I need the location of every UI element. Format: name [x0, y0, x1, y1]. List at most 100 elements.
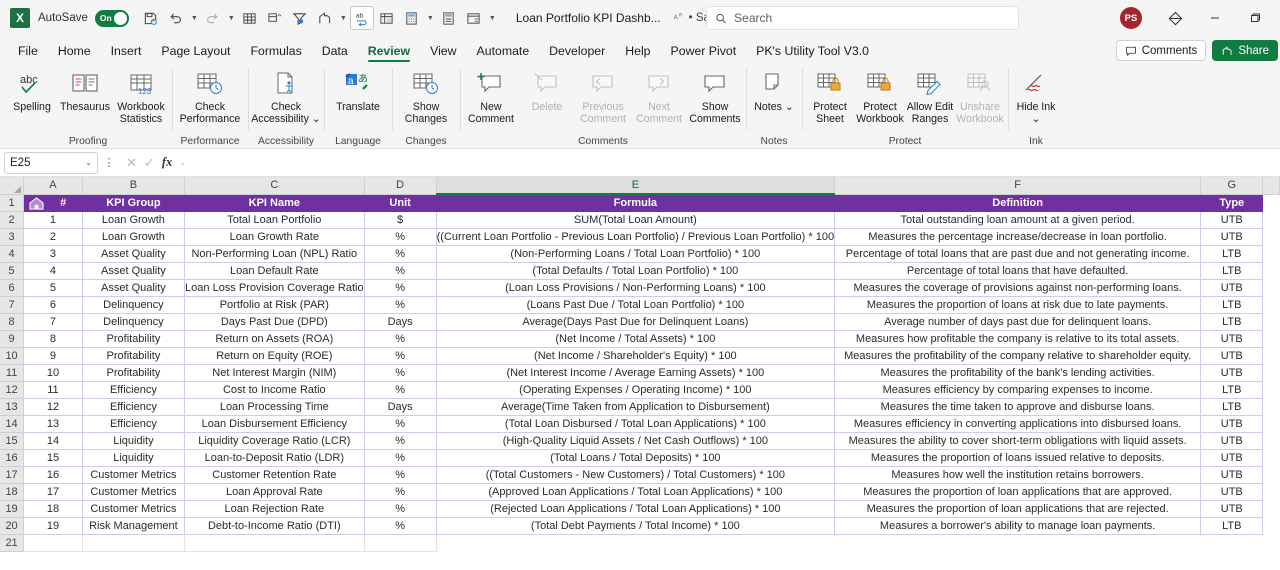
cell-G5[interactable]: LTB [1200, 262, 1264, 280]
column-header-b[interactable]: B [82, 177, 186, 195]
cell-F2[interactable]: Total outstanding loan amount at a given… [834, 211, 1202, 229]
column-header-g[interactable]: G [1200, 177, 1264, 195]
row-header-21[interactable]: 21 [0, 534, 25, 552]
cell-B6[interactable]: Asset Quality [82, 279, 186, 297]
share-chevron-down-icon[interactable]: ▼ [338, 6, 349, 30]
empty-cell-H3[interactable] [1262, 228, 1280, 245]
row-header-4[interactable]: 4 [0, 245, 25, 263]
empty-cell-G21[interactable] [1200, 534, 1263, 551]
cell-E16[interactable]: (Total Loans / Total Deposits) * 100 [436, 449, 836, 467]
notes-button[interactable]: Notes ⌄ [749, 65, 799, 131]
cell-C13[interactable]: Loan Processing Time [184, 398, 365, 416]
show-comments-button[interactable]: Show Comments [687, 65, 743, 131]
cell-C14[interactable]: Loan Disbursement Efficiency [184, 415, 365, 433]
cell-F6[interactable]: Measures the coverage of provisions agai… [834, 279, 1202, 297]
tab-power-pivot[interactable]: Power Pivot [661, 42, 747, 63]
cell-E7[interactable]: (Loans Past Due / Total Loan Portfolio) … [436, 296, 836, 314]
cell-D12[interactable]: % [364, 381, 437, 399]
empty-cell-H4[interactable] [1262, 245, 1280, 262]
cell-D5[interactable]: % [364, 262, 437, 280]
cell-E17[interactable]: ((Total Customers - New Customers) / Tot… [436, 466, 836, 484]
enter-icon[interactable]: ✓ [144, 155, 155, 171]
calculator-chevron-down-icon[interactable]: ▼ [425, 6, 436, 30]
cell-C6[interactable]: Loan Loss Provision Coverage Ratio [184, 279, 365, 297]
row-header-14[interactable]: 14 [0, 415, 25, 433]
table-row[interactable]: 8 7 Delinquency Days Past Due (DPD) Days Aver… [0, 313, 1280, 331]
row-header-8[interactable]: 8 [0, 313, 25, 331]
cell-G15[interactable]: UTB [1200, 432, 1264, 450]
home-icon[interactable] [28, 196, 45, 214]
cell-F20[interactable]: Measures a borrower's ability to manage … [834, 517, 1202, 535]
insert-function-icon[interactable]: fx [162, 155, 172, 170]
protect-sheet-button[interactable]: Protect Sheet [805, 65, 855, 131]
cell-A16[interactable]: 15 [23, 449, 83, 467]
row-header-7[interactable]: 7 [0, 296, 25, 314]
cell-D2[interactable]: $ [364, 211, 437, 229]
empty-cell-H10[interactable] [1262, 347, 1280, 364]
empty-cell-H17[interactable] [1262, 466, 1280, 483]
empty-cell-B21[interactable] [82, 534, 186, 552]
cell-A15[interactable]: 14 [23, 432, 83, 450]
cell-E8[interactable]: Average(Days Past Due for Delinquent Loa… [436, 313, 836, 331]
empty-cell-H8[interactable] [1262, 313, 1280, 330]
empty-cell-H21[interactable] [1262, 534, 1280, 551]
cell-G20[interactable]: LTB [1200, 517, 1264, 535]
minimize-button[interactable] [1196, 3, 1234, 33]
table-row[interactable]: 15 14 Liquidity Liquidity Coverage Ratio (L… [0, 432, 1280, 450]
cell-F10[interactable]: Measures the profitability of the compan… [834, 347, 1202, 365]
cell-G13[interactable]: LTB [1200, 398, 1264, 416]
cell-F14[interactable]: Measures efficiency in converting applic… [834, 415, 1202, 433]
header-cell-definition[interactable]: Definition [834, 194, 1202, 212]
column-header-c[interactable]: C [184, 177, 365, 195]
header-cell-unit[interactable]: Unit [364, 194, 437, 212]
restore-button[interactable] [1236, 3, 1274, 33]
table-row[interactable]: 13 12 Efficiency Loan Processing Time Days Av… [0, 398, 1280, 416]
tab-formulas[interactable]: Formulas [240, 42, 311, 63]
cell-C11[interactable]: Net Interest Margin (NIM) [184, 364, 365, 382]
header-cell-formula[interactable]: Formula [436, 194, 836, 212]
name-box[interactable]: E25 ⌄ [4, 151, 98, 174]
cell-D6[interactable]: % [364, 279, 437, 297]
cell-C17[interactable]: Customer Retention Rate [184, 466, 365, 484]
cell-G8[interactable]: LTB [1200, 313, 1264, 331]
cell-C19[interactable]: Loan Rejection Rate [184, 500, 365, 518]
cell-B12[interactable]: Efficiency [82, 381, 186, 399]
formula-bar-chevron-down-icon[interactable]: ⌄ [179, 158, 186, 167]
table-row[interactable]: 5 4 Asset Quality Loan Default Rate% (Total … [0, 262, 1280, 280]
cell-F18[interactable]: Measures the proportion of loan applicat… [834, 483, 1202, 501]
cell-B8[interactable]: Delinquency [82, 313, 186, 331]
cell-E11[interactable]: (Net Interest Income / Average Earning A… [436, 364, 836, 382]
undo-icon[interactable] [164, 6, 188, 30]
row-header-12[interactable]: 12 [0, 381, 25, 399]
table-row[interactable]: 3 2 Loan Growth Loan Growth Rate% ((Current … [0, 228, 1280, 246]
table-row[interactable]: 19 18 Customer Metrics Loan Rejection Rate%… [0, 500, 1280, 518]
spelling-icon[interactable]: ab [349, 6, 374, 30]
cell-G3[interactable]: UTB [1200, 228, 1264, 246]
cell-F16[interactable]: Measures the proportion of loans issued … [834, 449, 1202, 467]
row-header-3[interactable]: 3 [0, 228, 25, 246]
empty-cell-H2[interactable] [1262, 211, 1280, 228]
cell-F17[interactable]: Measures how well the institution retain… [834, 466, 1202, 484]
cell-B5[interactable]: Asset Quality [82, 262, 186, 280]
cell-A13[interactable]: 12 [23, 398, 83, 416]
cell-G9[interactable]: UTB [1200, 330, 1264, 348]
cell-A9[interactable]: 8 [23, 330, 83, 348]
cell-C20[interactable]: Debt-to-Income Ratio (DTI) [184, 517, 365, 535]
cell-D19[interactable]: % [364, 500, 437, 518]
cell-A2[interactable]: 1 [23, 211, 83, 229]
cell-B14[interactable]: Efficiency [82, 415, 186, 433]
cell-A19[interactable]: 18 [23, 500, 83, 518]
cell-B3[interactable]: Loan Growth [82, 228, 186, 246]
table-row[interactable]: 18 17 Customer Metrics Loan Approval Rate%(… [0, 483, 1280, 501]
cell-C18[interactable]: Loan Approval Rate [184, 483, 365, 501]
empty-cell-H11[interactable] [1262, 364, 1280, 381]
cell-D15[interactable]: % [364, 432, 437, 450]
cell-E13[interactable]: Average(Time Taken from Application to D… [436, 398, 836, 416]
save-icon[interactable] [139, 6, 163, 30]
table-row[interactable]: 11 10 Profitability Net Interest Margin (NI… [0, 364, 1280, 382]
translate-button[interactable]: a あ Translate [327, 65, 389, 131]
cell-B2[interactable]: Loan Growth [82, 211, 186, 229]
cell-G11[interactable]: UTB [1200, 364, 1264, 382]
cell-F5[interactable]: Percentage of total loans that have defa… [834, 262, 1202, 280]
row-header-10[interactable]: 10 [0, 347, 25, 365]
